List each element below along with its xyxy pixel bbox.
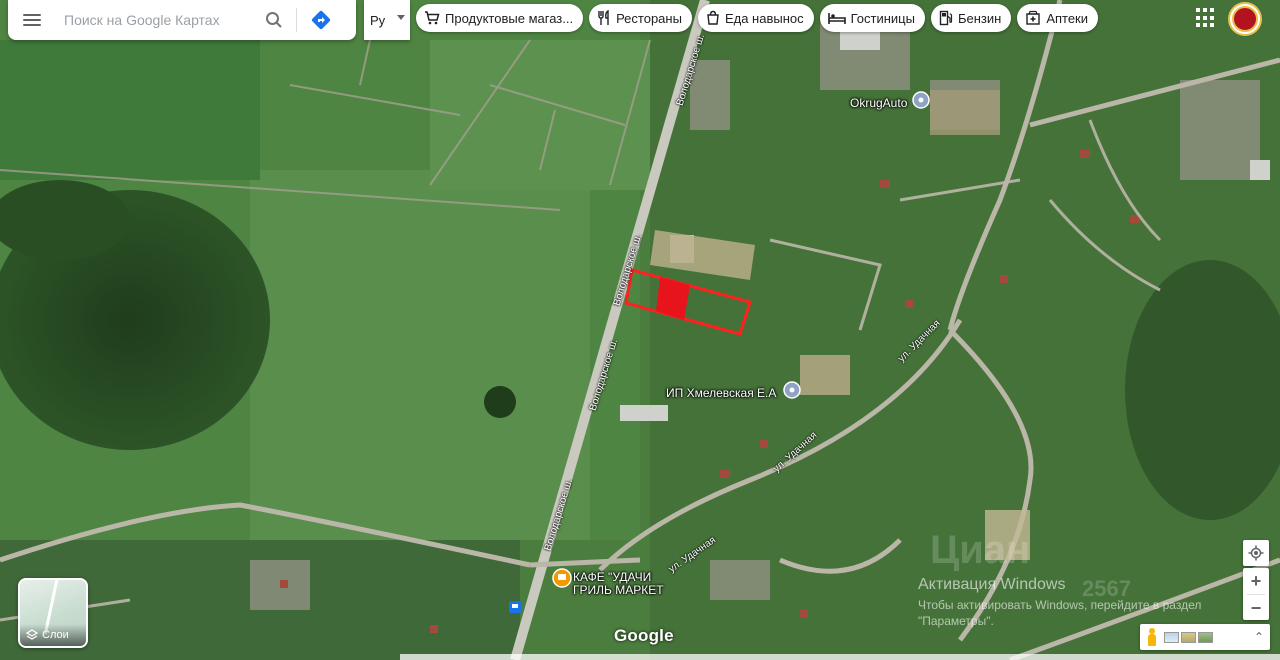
crosshair-icon [1248,545,1264,561]
google-apps-icon[interactable] [1196,8,1216,28]
place-label-khmelevskaya[interactable]: ИП Хмелевская Е.А [666,386,776,400]
account-avatar[interactable] [1228,2,1262,36]
imagery-thumbnails [1164,631,1213,643]
directions-button[interactable] [301,0,341,40]
map-imagery [0,0,1280,660]
windows-activation-line2: "Параметры". [918,614,994,628]
pin-cafe[interactable] [552,568,572,588]
takeout-bag-icon [707,10,719,25]
windows-activation-notice: Активация Windows Чтобы активировать Win… [918,576,1201,628]
search-box [8,0,356,40]
menu-button[interactable] [8,0,56,40]
cart-icon [425,11,440,25]
search-icon [266,12,282,28]
search-button[interactable] [256,0,292,40]
place-label-okrugauto[interactable]: OkrugAuto [850,96,907,110]
category-chips: Продуктовые магаз... Рестораны Еда навын… [416,4,1099,32]
pin-khmelevskaya[interactable] [783,381,801,399]
pegman-icon[interactable] [1146,628,1158,646]
satellite-map[interactable]: OkrugAuto ИП Хмелевская Е.А КАФЕ "УДАЧИ … [0,0,1280,660]
thumbnail-sky[interactable] [1164,631,1179,643]
thumbnail-satellite[interactable] [1198,631,1213,643]
place-label-cafe-line1[interactable]: КАФЕ "УДАЧИ [573,570,651,584]
bed-icon [827,13,846,24]
pharmacy-icon [1026,10,1041,25]
chip-gas[interactable]: Бензин [930,4,1012,32]
chip-pharmacies[interactable]: Аптеки [1017,4,1099,32]
chip-hotels[interactable]: Гостиницы [819,4,925,32]
zoom-controls: + − [1243,568,1269,620]
search-input[interactable] [56,1,256,39]
chip-label: Еда навынос [724,10,804,26]
layers-button[interactable]: Слои [18,578,88,648]
place-label-cafe-line2[interactable]: ГРИЛЬ МАРКЕТ [573,583,664,597]
bus-stop-icon[interactable] [509,601,521,613]
language-select[interactable]: Ру [364,0,410,40]
expand-icon[interactable]: ⌃ [1254,630,1264,644]
google-logo: Google [614,626,674,645]
chip-label: Гостиницы [850,10,915,26]
pin-okrugauto[interactable] [912,91,930,109]
chip-label: Продуктовые магаз... [445,10,574,26]
directions-icon [311,10,331,30]
chip-label: Бензин [957,10,1002,26]
chip-label: Рестораны [616,10,682,26]
layers-icon [26,629,38,640]
layers-label: Слои [42,629,69,641]
divider [296,8,297,32]
my-location-button[interactable] [1243,540,1269,566]
zoom-in-button[interactable]: + [1243,568,1269,594]
fork-knife-icon [598,10,609,25]
chip-label: Аптеки [1046,10,1089,26]
chip-restaurants[interactable]: Рестораны [589,4,692,32]
attribution-bar [400,654,1280,660]
windows-activation-title: Активация Windows [918,576,1066,593]
chevron-down-icon [397,15,405,20]
chip-groceries[interactable]: Продуктовые магаз... [416,4,584,32]
hamburger-icon [23,14,41,26]
windows-activation-line1: Чтобы активировать Windows, перейдите в … [918,598,1202,612]
fuel-pump-icon [939,10,953,26]
thumbnail-terrain[interactable] [1181,631,1196,643]
language-select-value: Ру [370,12,386,28]
chip-takeout[interactable]: Еда навынос [697,4,814,32]
zoom-out-button[interactable]: − [1243,595,1269,621]
watermark-brand: Циан [930,528,1031,572]
